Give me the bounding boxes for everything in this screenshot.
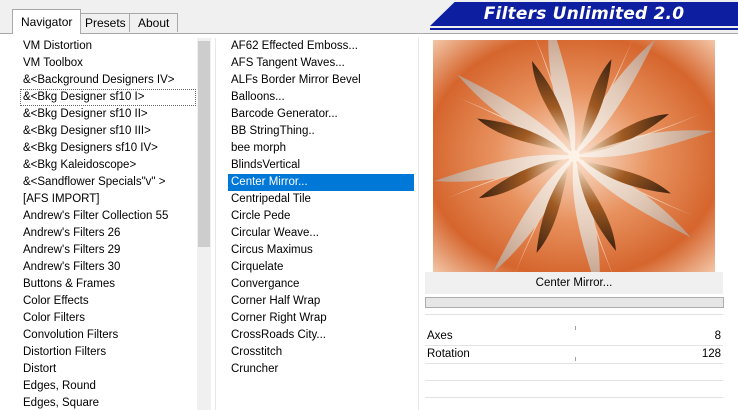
divider (418, 38, 419, 410)
filter-item[interactable]: Circle Pede (228, 208, 414, 225)
tab-navigator[interactable]: Navigator (12, 9, 82, 34)
filter-list[interactable]: AF62 Effected Emboss... AFS Tangent Waves… (228, 38, 414, 410)
param-axes[interactable]: Axes 8 (425, 328, 723, 345)
filter-item[interactable]: BB StringThing.. (228, 123, 414, 140)
param-separator (425, 363, 723, 364)
category-item[interactable]: &<Background Designers IV> (20, 72, 196, 89)
filter-item[interactable]: Crosstitch (228, 344, 414, 361)
category-item[interactable]: [AFS IMPORT] (20, 191, 196, 208)
title-banner: Filters Unlimited 2.0 (430, 2, 738, 26)
param-axes-label: Axes (427, 330, 453, 342)
category-scrollbar[interactable] (197, 38, 211, 410)
category-item[interactable]: &<Bkg Designer sf10 III> (20, 123, 196, 140)
filter-item[interactable]: Cruncher (228, 361, 414, 378)
filter-item[interactable]: Circular Weave... (228, 225, 414, 242)
category-item[interactable]: &<Sandflower Specials"v" > (20, 174, 196, 191)
param-axes-value[interactable]: 8 (715, 328, 721, 345)
filter-item[interactable]: Center Mirror... (228, 174, 414, 191)
param-separator (425, 397, 723, 398)
category-item[interactable]: Edges, Square (20, 395, 196, 410)
slider-tick (575, 326, 576, 330)
filter-item[interactable]: Barcode Generator... (228, 106, 414, 123)
filter-item[interactable]: AF62 Effected Emboss... (228, 38, 414, 55)
category-item[interactable]: Andrew's Filter Collection 55 (20, 208, 196, 225)
filter-item[interactable]: Centripedal Tile (228, 191, 414, 208)
category-item[interactable]: &<Bkg Designer sf10 II> (20, 106, 196, 123)
progress-bar (425, 297, 724, 308)
filter-item[interactable]: Corner Right Wrap (228, 310, 414, 327)
category-scroll-thumb[interactable] (198, 41, 210, 247)
divider (215, 38, 216, 410)
param-rotation-label: Rotation (427, 348, 470, 360)
category-item[interactable]: &<Bkg Designer sf10 I> (20, 89, 196, 106)
param-rotation-value[interactable]: 128 (702, 346, 721, 363)
filter-item[interactable]: bee morph (228, 140, 414, 157)
category-item[interactable]: &<Bkg Designers sf10 IV> (20, 140, 196, 157)
filter-item[interactable]: Convergance (228, 276, 414, 293)
param-rotation[interactable]: Rotation 128 (425, 346, 723, 363)
tab-about[interactable]: About (129, 13, 179, 32)
category-item[interactable]: Distortion Filters (20, 344, 196, 361)
param-separator (425, 380, 723, 381)
tab-presets[interactable]: Presets (76, 13, 135, 32)
navigator-panel: VM Distortion VM Toolbox &<Background Desi… (0, 34, 738, 410)
category-item[interactable]: Andrew's Filters 30 (20, 259, 196, 276)
banner-underline (430, 28, 738, 30)
category-item[interactable]: Color Filters (20, 310, 196, 327)
category-item[interactable]: Buttons & Frames (20, 276, 196, 293)
category-item[interactable]: Distort (20, 361, 196, 378)
filter-item[interactable]: CrossRoads City... (228, 327, 414, 344)
filter-item[interactable]: BlindsVertical (228, 157, 414, 174)
category-list[interactable]: VM Distortion VM Toolbox &<Background Desi… (20, 38, 196, 410)
category-item[interactable]: VM Toolbox (20, 55, 196, 72)
filter-item[interactable]: ALFs Border Mirror Bevel (228, 72, 414, 89)
category-item[interactable]: Andrew's Filters 29 (20, 242, 196, 259)
filter-item[interactable]: Cirquelate (228, 259, 414, 276)
category-item[interactable]: Color Effects (20, 293, 196, 310)
category-item[interactable]: &<Bkg Kaleidoscope> (20, 157, 196, 174)
filter-item[interactable]: Corner Half Wrap (228, 293, 414, 310)
category-item[interactable]: Convolution Filters (20, 327, 196, 344)
param-separator (425, 314, 723, 315)
kaleidoscope-preview-graphic (433, 40, 715, 272)
filter-item[interactable]: Circus Maximus (228, 242, 414, 259)
category-item[interactable]: Edges, Round (20, 378, 196, 395)
filter-item[interactable]: Balloons... (228, 89, 414, 106)
slider-tick (575, 357, 576, 361)
preview-image (433, 40, 715, 272)
banner-title: Filters Unlimited 2.0 (483, 4, 685, 24)
category-item[interactable]: VM Distortion (20, 38, 196, 55)
filter-item[interactable]: AFS Tangent Waves... (228, 55, 414, 72)
filter-name-display: Center Mirror... (425, 272, 723, 294)
category-item[interactable]: Andrew's Filters 26 (20, 225, 196, 242)
